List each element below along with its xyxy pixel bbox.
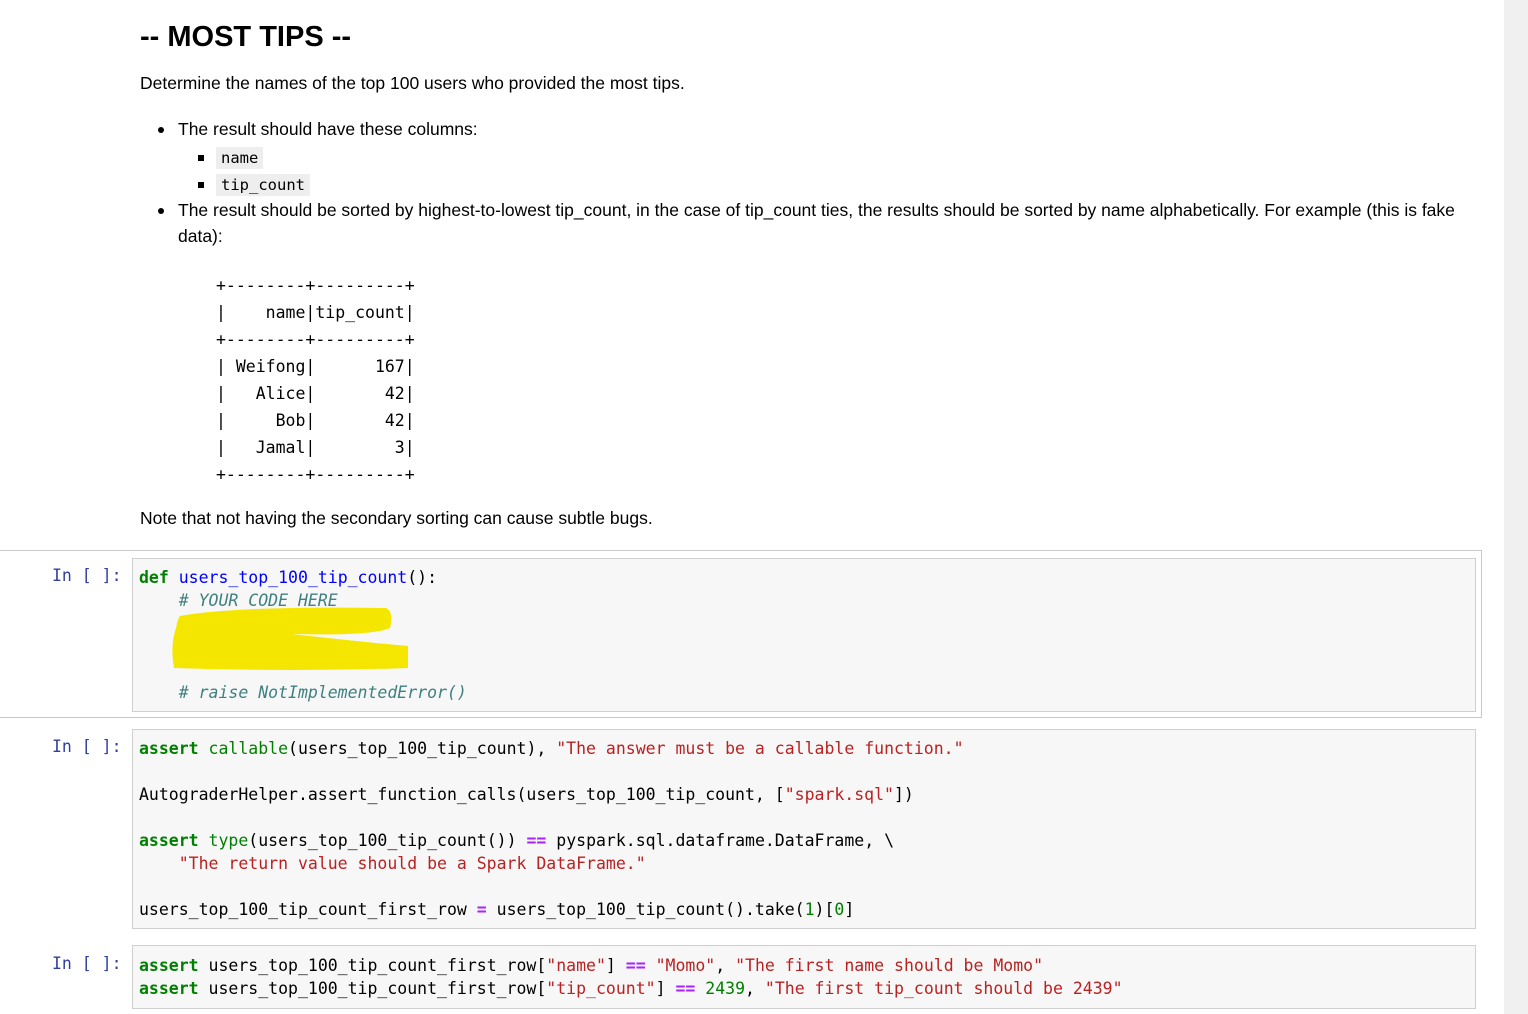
string-literal: "The return value should be a Spark Data… — [139, 854, 646, 873]
builtin: type — [208, 831, 249, 850]
code-text: ] — [655, 979, 676, 998]
bullet-dot — [158, 208, 164, 214]
example-table: +--------+---------+ | name|tip_count| +… — [216, 276, 415, 484]
string-literal: "tip_count" — [546, 979, 656, 998]
code-cell-1-footer[interactable]: # raise NotImplementedError() — [139, 681, 467, 704]
bullet-sort-text: The result should be sorted by highest-t… — [178, 200, 1455, 246]
code-text: (users_top_100_tip_count), — [288, 739, 557, 758]
section-heading: -- MOST TIPS -- — [140, 21, 352, 53]
code-cell-3[interactable]: assert users_top_100_tip_count_first_row… — [139, 954, 1123, 1000]
square-bullet — [198, 182, 204, 188]
operator: == — [526, 831, 547, 850]
code-text: pyspark.sql.dataframe.DataFrame, \ — [546, 831, 895, 850]
note-text: Note that not having the secondary sorti… — [140, 508, 653, 528]
keyword: assert — [139, 831, 199, 850]
code-text: users_top_100_tip_count_first_row — [139, 900, 477, 919]
code-text: (): — [407, 568, 438, 587]
column-tip-count-code: tip_count — [216, 174, 310, 196]
cell-prompt-2: In [ ]: — [52, 737, 122, 756]
number-literal: 0 — [834, 900, 845, 919]
number-literal: 2439 — [705, 979, 746, 998]
code-text: ]) — [893, 785, 914, 804]
operator: == — [625, 956, 646, 975]
code-text: users_top_100_tip_count_first_row[ — [198, 956, 547, 975]
redaction-mark — [172, 607, 408, 670]
string-literal: "Momo" — [655, 956, 716, 975]
string-literal: "The answer must be a callable function.… — [556, 739, 964, 758]
bullet-sort: The result should be sorted by highest-t… — [158, 197, 1478, 249]
code-text: (users_top_100_tip_count()) — [248, 831, 527, 850]
sub-bullet-name: name — [198, 145, 264, 170]
keyword: def — [139, 568, 169, 587]
operator: == — [675, 979, 696, 998]
square-bullet — [198, 155, 204, 161]
code-text: , — [715, 956, 736, 975]
function-name: users_top_100_tip_count — [178, 568, 408, 587]
vertical-scrollbar[interactable] — [1504, 0, 1528, 1014]
code-text: AutograderHelper.assert_function_calls(u… — [139, 785, 785, 804]
keyword: assert — [139, 956, 199, 975]
sub-bullet-tip-count: tip_count — [198, 172, 310, 197]
string-literal: "name" — [546, 956, 606, 975]
code-text: )[ — [814, 900, 835, 919]
keyword: assert — [139, 739, 199, 758]
keyword: assert — [139, 979, 199, 998]
string-literal: "spark.sql" — [784, 785, 894, 804]
bullet-dot — [158, 127, 164, 133]
cell-prompt-3: In [ ]: — [52, 954, 122, 973]
code-text: users_top_100_tip_count_first_row[ — [198, 979, 547, 998]
string-literal: "The first name should be Momo" — [735, 956, 1044, 975]
bullet-columns-text: The result should have these columns: — [178, 119, 478, 139]
string-literal: "The first tip_count should be 2439" — [764, 979, 1123, 998]
number-literal: 1 — [804, 900, 815, 919]
intro-text: Determine the names of the top 100 users… — [140, 73, 685, 93]
operator: = — [476, 900, 487, 919]
builtin: callable — [208, 739, 289, 758]
code-comment: # raise NotImplementedError() — [139, 683, 467, 702]
code-text: ] — [844, 900, 855, 919]
code-text: ] — [605, 956, 626, 975]
cell-prompt-1: In [ ]: — [52, 566, 122, 585]
bullet-columns: The result should have these columns: — [158, 116, 478, 142]
code-text: users_top_100_tip_count().take( — [486, 900, 805, 919]
column-name-code: name — [216, 147, 264, 169]
code-cell-2[interactable]: assert callable(users_top_100_tip_count)… — [139, 737, 964, 921]
code-text: , — [745, 979, 765, 998]
